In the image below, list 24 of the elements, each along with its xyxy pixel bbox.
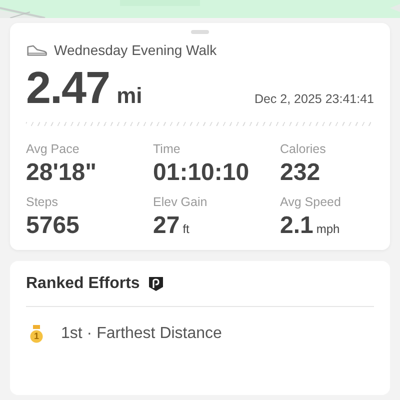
stat-value: 232 — [280, 159, 320, 187]
stat-value: 2.1 — [280, 212, 314, 240]
stat-label: Elev Gain — [153, 195, 208, 209]
distance-unit: mi — [116, 83, 142, 109]
medal-icon: 1 — [30, 325, 43, 343]
stat-label: Avg Speed — [280, 195, 342, 209]
stat-label: Avg Pace — [26, 142, 80, 156]
stat-label: Steps — [26, 195, 59, 209]
distance-value: 2.47 — [26, 62, 110, 114]
stat-value: 01:10:10 — [153, 159, 250, 187]
stat-value: 27 — [153, 212, 180, 240]
stat-label: Time — [153, 142, 182, 156]
effort-label: 1st · Farthest Distance — [61, 325, 222, 343]
stat-unit: mph — [316, 222, 340, 236]
section-title: Ranked Efforts — [26, 275, 140, 293]
shoe-icon — [26, 44, 48, 56]
stat-value: 5765 — [26, 212, 80, 240]
drag-handle[interactable] — [191, 30, 209, 34]
stat-value: 28'18" — [26, 159, 96, 187]
shield-icon — [148, 276, 164, 292]
stat-unit: ft — [182, 222, 190, 236]
activity-title: Wednesday Evening Walk — [54, 42, 217, 58]
activity-datetime: Dec 2, 2025 23:41:41 — [254, 92, 374, 106]
stat-label: Calories — [280, 142, 327, 156]
